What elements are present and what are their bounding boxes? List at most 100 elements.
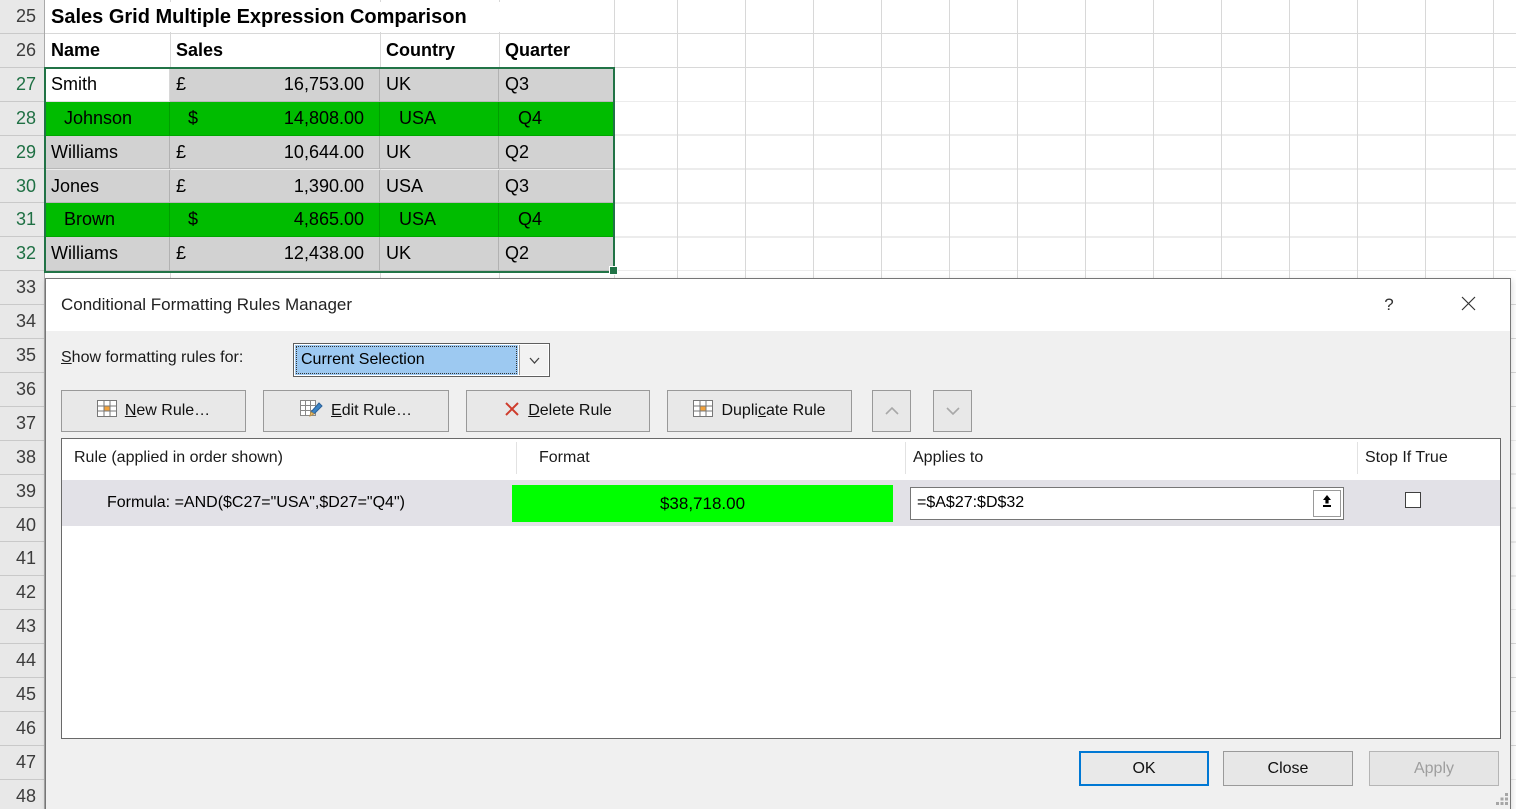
cell-C30[interactable]: USA [380, 170, 499, 204]
show-rules-dropdown[interactable]: Current Selection [293, 343, 550, 377]
cell-D29[interactable]: Q2 [499, 136, 614, 170]
stop-if-true-checkbox[interactable] [1405, 492, 1421, 508]
row-header-25[interactable]: 25 [0, 0, 44, 34]
row-header-44[interactable]: 44 [0, 644, 44, 678]
row-header-27[interactable]: 27 [0, 68, 44, 102]
row-header-46[interactable]: 46 [0, 712, 44, 746]
delete-rule-button[interactable]: Delete Rule [466, 390, 650, 432]
row-header-40[interactable]: 40 [0, 509, 44, 543]
cell-C28[interactable]: USA [380, 102, 499, 136]
apply-button[interactable]: Apply [1369, 751, 1499, 786]
cell-B29[interactable]: £10,644.00 [170, 136, 380, 170]
row-header-32[interactable]: 32 [0, 237, 44, 271]
row-header-34[interactable]: 34 [0, 305, 44, 339]
column-separator [905, 442, 906, 474]
cell-B28[interactable]: $14,808.00 [170, 102, 380, 136]
row-header-36[interactable]: 36 [0, 373, 44, 407]
close-dialog-button[interactable]: Close [1223, 751, 1353, 786]
currency-symbol: £ [176, 237, 186, 270]
sheet-row-27: Smith£16,753.00UKQ3 [45, 68, 614, 102]
amount-value: 14,808.00 [284, 102, 364, 135]
row-header-43[interactable]: 43 [0, 610, 44, 644]
help-button[interactable]: ? [1378, 294, 1400, 316]
column-header-rule: Rule (applied in order shown) [74, 439, 283, 477]
sheet-row-29: Williams£10,644.00UKQ2 [45, 136, 614, 170]
cell-D32[interactable]: Q2 [499, 237, 614, 271]
cell-B31[interactable]: $4,865.00 [170, 203, 380, 237]
cell-C32[interactable]: UK [380, 237, 499, 271]
dropdown-button[interactable] [519, 345, 548, 375]
cell-A25-title[interactable]: Sales Grid Multiple Expression Compariso… [46, 2, 611, 32]
cell-C31[interactable]: USA [380, 203, 499, 237]
resize-grip[interactable] [1496, 793, 1499, 796]
ok-button[interactable]: OK [1079, 751, 1209, 786]
duplicate-rule-label: Duplicate Rule [721, 402, 825, 420]
currency-symbol: £ [176, 170, 186, 203]
cell-A29[interactable]: Williams [45, 136, 170, 170]
duplicate-rule-button[interactable]: Duplicate Rule [667, 390, 852, 432]
close-button[interactable] [1454, 295, 1482, 317]
collapse-dialog-button[interactable] [1313, 490, 1341, 517]
sheet-row-30: Jones£1,390.00USAQ3 [45, 170, 614, 204]
amount-value: 12,438.00 [284, 237, 364, 270]
rule-formula-text: Formula: =AND($C27="USA",$D27="Q4") [107, 480, 405, 526]
move-rule-up-button[interactable] [872, 390, 911, 432]
excel-workbook: 2526272829303132333435363738394041424344… [0, 0, 1516, 809]
move-rule-down-button[interactable] [933, 390, 972, 432]
cell-B32[interactable]: £12,438.00 [170, 237, 380, 271]
applies-to-field[interactable]: =$A$27:$D$32 [910, 487, 1344, 520]
amount-value: 1,390.00 [294, 170, 364, 203]
row-header-31[interactable]: 31 [0, 203, 44, 237]
new-rule-label: New Rule… [125, 402, 210, 420]
red-x-icon [504, 401, 520, 422]
row-header-35[interactable]: 35 [0, 339, 44, 373]
chevron-down-icon [946, 402, 960, 420]
row-header-29[interactable]: 29 [0, 136, 44, 170]
row-header-37[interactable]: 37 [0, 407, 44, 441]
cell-C26-header[interactable]: Country [380, 34, 499, 68]
cell-D27[interactable]: Q3 [499, 68, 614, 102]
table-grid-icon [97, 400, 117, 422]
fill-handle[interactable] [609, 266, 618, 275]
cell-D30[interactable]: Q3 [499, 170, 614, 204]
cell-C27[interactable]: UK [380, 68, 499, 102]
cell-B27[interactable]: £16,753.00 [170, 68, 380, 102]
cell-A27[interactable]: Smith [45, 68, 170, 102]
cell-D31[interactable]: Q4 [499, 203, 614, 237]
conditional-formatting-rules-manager-dialog: Conditional Formatting Rules Manager ? S… [45, 278, 1511, 809]
row-header-28[interactable]: 28 [0, 102, 44, 136]
sheet-row-28: Johnson$14,808.00USAQ4 [45, 102, 614, 136]
row-header-26[interactable]: 26 [0, 34, 44, 68]
row-header-47[interactable]: 47 [0, 746, 44, 780]
row-header-45[interactable]: 45 [0, 678, 44, 712]
row-header-41[interactable]: 41 [0, 542, 44, 576]
row-header-38[interactable]: 38 [0, 441, 44, 475]
cell-A26-header[interactable]: Name [45, 34, 170, 68]
show-rules-accel: S [61, 349, 72, 366]
row-header-33[interactable]: 33 [0, 271, 44, 305]
cell-A31[interactable]: Brown [45, 203, 170, 237]
rule-row[interactable]: Formula: =AND($C27="USA",$D27="Q4") $38,… [62, 480, 1500, 526]
row-header-30[interactable]: 30 [0, 170, 44, 204]
delete-rule-label: Delete Rule [528, 402, 612, 420]
rule-format-preview: $38,718.00 [512, 485, 893, 522]
column-header-format: Format [539, 439, 590, 477]
currency-symbol: £ [176, 136, 186, 169]
applies-to-value[interactable]: =$A$27:$D$32 [911, 488, 1311, 519]
cell-D26-header[interactable]: Quarter [499, 34, 614, 68]
show-rules-selected-value: Current Selection [295, 345, 518, 375]
cell-A30[interactable]: Jones [45, 170, 170, 204]
dialog-titlebar[interactable]: Conditional Formatting Rules Manager ? [46, 279, 1510, 331]
cell-B30[interactable]: £1,390.00 [170, 170, 380, 204]
cell-D28[interactable]: Q4 [499, 102, 614, 136]
cell-C29[interactable]: UK [380, 136, 499, 170]
cell-B26-header[interactable]: Sales [170, 34, 380, 68]
new-rule-button[interactable]: New Rule… [61, 390, 246, 432]
row-header-39[interactable]: 39 [0, 475, 44, 509]
row-header-48[interactable]: 48 [0, 780, 44, 809]
column-separator [516, 442, 517, 474]
edit-rule-button[interactable]: Edit Rule… [263, 390, 449, 432]
row-header-42[interactable]: 42 [0, 576, 44, 610]
cell-A28[interactable]: Johnson [45, 102, 170, 136]
cell-A32[interactable]: Williams [45, 237, 170, 271]
